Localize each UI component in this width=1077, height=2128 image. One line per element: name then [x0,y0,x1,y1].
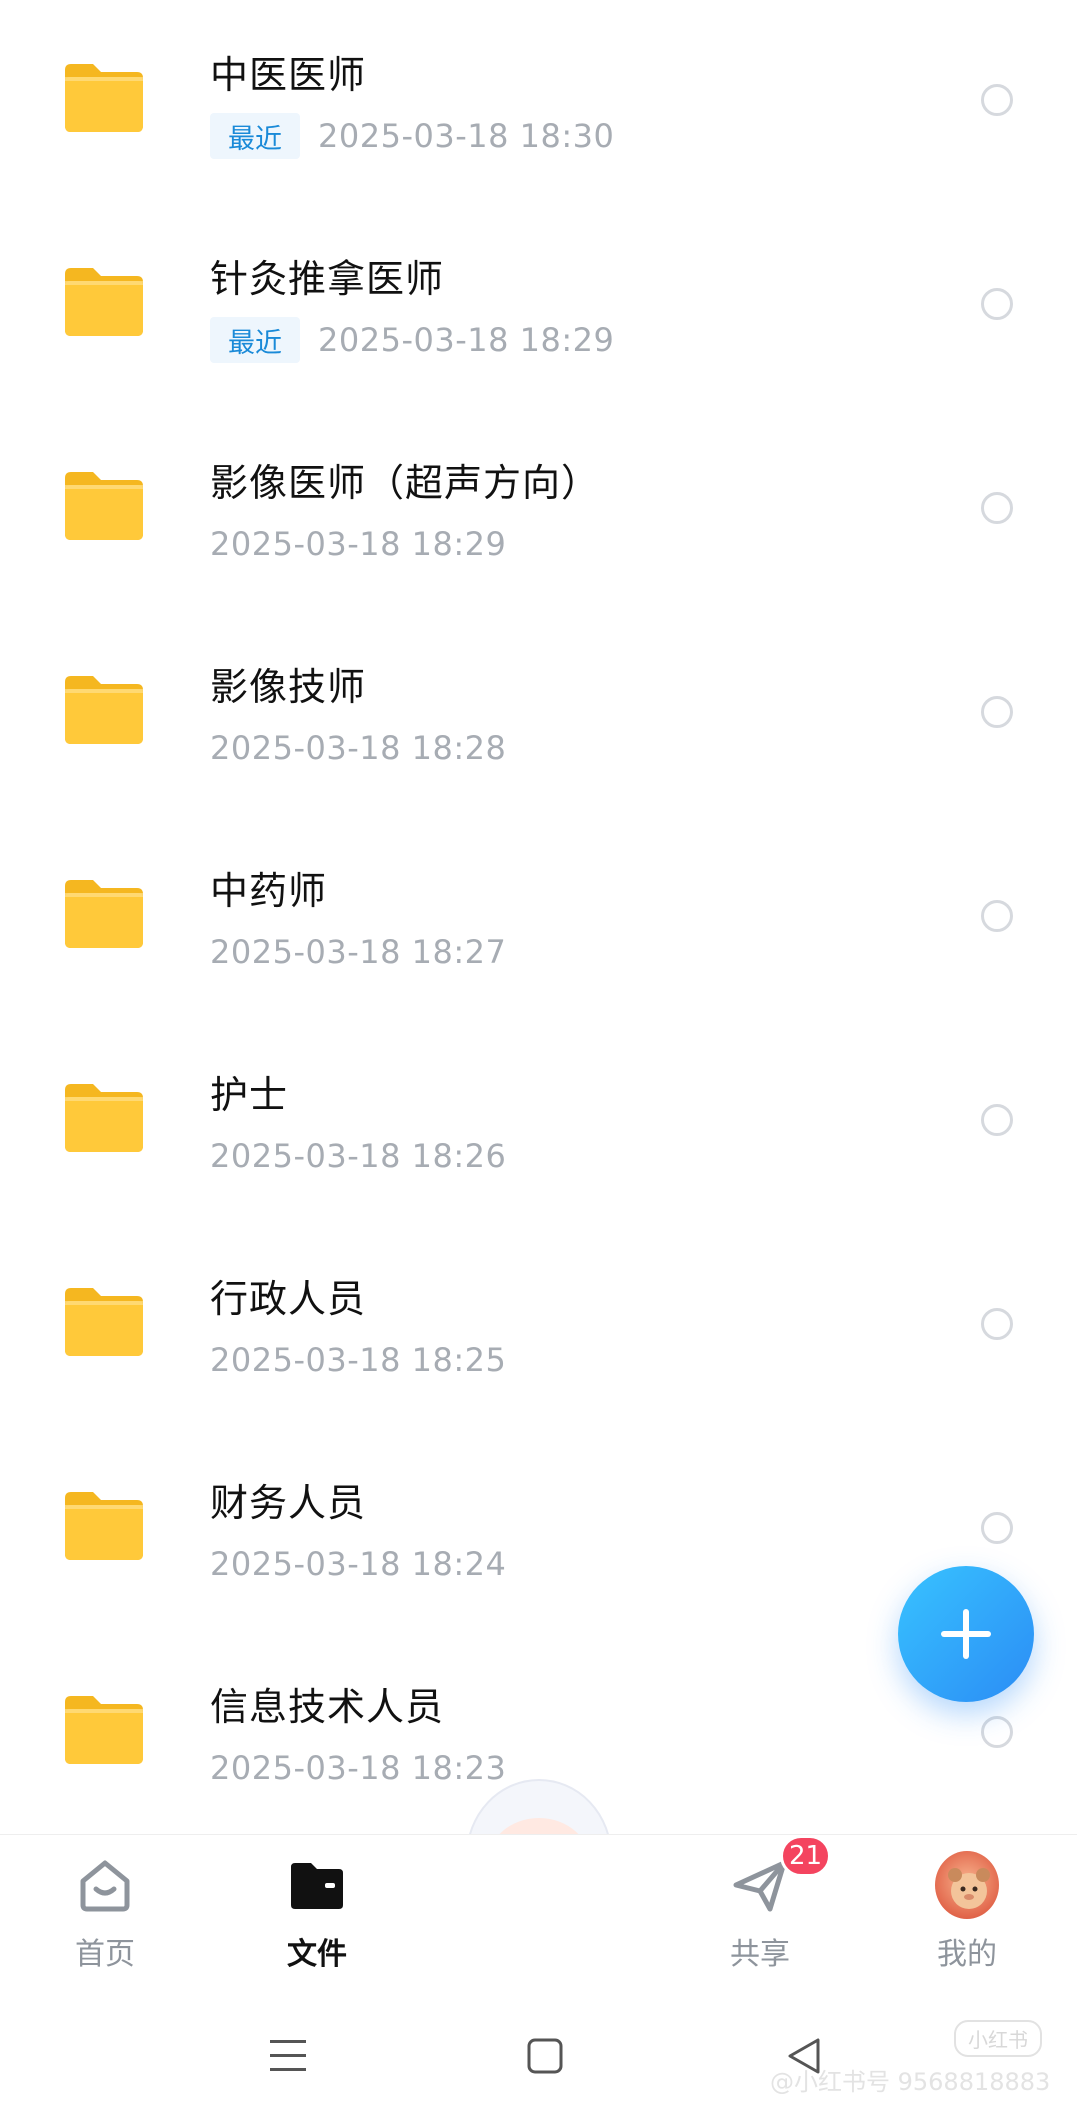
file-date: 2025-03-18 18:28 [210,729,507,767]
folder-icon [61,1488,147,1564]
file-date: 2025-03-18 18:29 [210,525,507,563]
folder-icon [61,60,147,136]
file-meta: 2025-03-18 18:29 [210,520,506,568]
file-row[interactable]: 针灸推拿医师 最近 2025-03-18 18:29 [0,204,1077,408]
tab-share[interactable]: 21 共享 [690,1835,832,1985]
file-date: 2025-03-18 18:24 [210,1545,507,1583]
add-button[interactable] [898,1566,1034,1702]
select-checkbox[interactable] [981,492,1013,524]
watermark-text: @小红书号 9568818883 [770,2068,1051,2096]
select-checkbox[interactable] [981,1104,1013,1136]
file-date: 2025-03-18 18:29 [318,321,615,359]
tab-mine-label: 我的 [937,1937,997,1972]
select-checkbox[interactable] [981,1308,1013,1340]
tab-files[interactable]: 文件 [247,1835,387,1985]
tab-files-label: 文件 [287,1937,347,1972]
avatar [935,1851,999,1919]
file-date: 2025-03-18 18:30 [318,117,615,155]
file-date: 2025-03-18 18:25 [210,1341,507,1379]
tab-mine[interactable]: 我的 [897,1835,1037,1985]
file-row[interactable]: 护士 2025-03-18 18:26 [0,1020,1077,1224]
folder-icon [61,1284,147,1360]
tab-home-label: 首页 [75,1937,135,1972]
file-meta: 2025-03-18 18:26 [210,1132,506,1180]
home-smile-icon [73,1853,137,1917]
recent-badge: 最近 [210,113,300,159]
folder-icon [285,1853,349,1917]
file-meta: 2025-03-18 18:25 [210,1336,506,1384]
watermark-logo: 小红书 [954,2020,1042,2057]
folder-icon [61,672,147,748]
folder-icon [61,876,147,952]
folder-icon [61,468,147,544]
file-row[interactable]: 影像技师 2025-03-18 18:28 [0,612,1077,816]
select-checkbox[interactable] [981,288,1013,320]
file-meta: 最近 2025-03-18 18:29 [210,316,614,364]
system-navigation-bar [0,1984,1077,2128]
file-name: 护士 [210,1073,289,1117]
bottom-tab-bar: 首页 文件 21 共享 我的 [0,1834,1077,1985]
file-meta: 2025-03-18 18:24 [210,1540,506,1588]
home-square-icon[interactable] [515,2026,575,2086]
file-name: 中药师 [210,869,328,913]
file-row[interactable]: 影像医师（超声方向） 2025-03-18 18:29 [0,408,1077,612]
select-checkbox[interactable] [981,900,1013,932]
file-date: 2025-03-18 18:26 [210,1137,507,1175]
plus-icon [941,1609,991,1659]
select-checkbox[interactable] [981,1716,1013,1748]
recent-badge: 最近 [210,317,300,363]
file-meta: 最近 2025-03-18 18:30 [210,112,614,160]
folder-icon [61,1080,147,1156]
select-checkbox[interactable] [981,1512,1013,1544]
file-row[interactable]: 行政人员 2025-03-18 18:25 [0,1224,1077,1428]
select-checkbox[interactable] [981,696,1013,728]
file-name: 针灸推拿医师 [210,257,445,301]
select-checkbox[interactable] [981,84,1013,116]
file-name: 信息技术人员 [210,1685,445,1729]
file-row[interactable]: 中医医师最近 2025-03-18 18:30 [0,0,1077,204]
file-name: 中医医师 [210,53,367,97]
file-meta: 2025-03-18 18:28 [210,724,506,772]
file-date: 2025-03-18 18:27 [210,933,507,971]
file-name: 影像医师（超声方向） [210,461,601,505]
file-name: 行政人员 [210,1277,367,1321]
folder-icon [61,1692,147,1768]
file-browser-screen: 中医医师 最近 2025-03-18 18:30 针灸推拿医师 最近 2025-03-18… [0,0,1077,2128]
menu-icon[interactable] [258,2026,318,2086]
tab-share-label: 共享 [730,1937,790,1972]
file-name: 影像技师 [210,665,367,709]
file-name: 财务人员 [210,1481,367,1525]
file-row[interactable]: 中药师 2025-03-18 18:27 [0,816,1077,1020]
tab-home[interactable]: 首页 [35,1835,175,1985]
file-meta: 2025-03-18 18:27 [210,928,506,976]
notification-badge: 21 [780,1835,832,1877]
folder-icon [61,264,147,340]
